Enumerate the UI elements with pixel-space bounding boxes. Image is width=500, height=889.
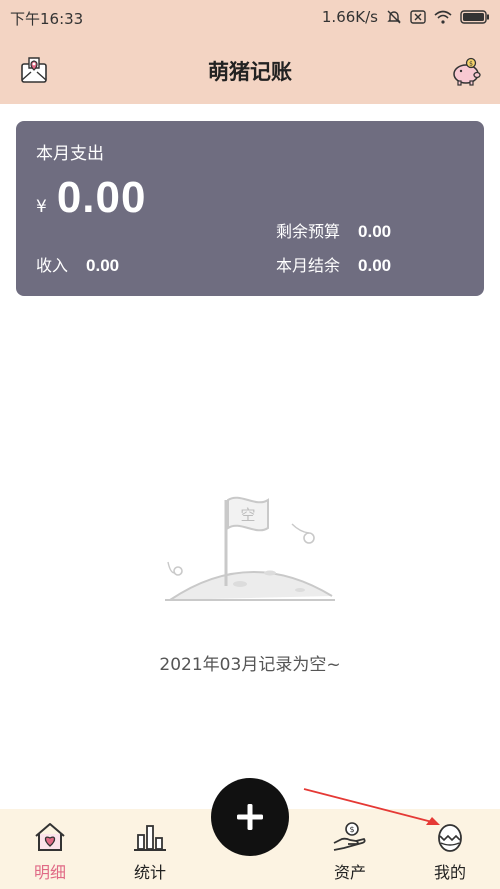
network-speed: 1.66K/s (321, 8, 378, 26)
budget-label: 剩余预算 (276, 222, 341, 241)
tab-detail[interactable]: 明细 (20, 821, 80, 883)
currency-symbol: ¥ (36, 197, 47, 217)
expense-amount-row: ¥ 0.00 (36, 173, 146, 223)
annotation-arrow (303, 788, 440, 825)
status-icons: 1.66K/s (322, 8, 490, 26)
tab-statistics-label: 统计 (133, 863, 166, 882)
empty-state-illustration: 空 (165, 496, 335, 601)
bar-chart-icon (134, 825, 166, 851)
balance-label: 本月结余 (276, 256, 341, 275)
add-record-button[interactable] (211, 778, 289, 856)
status-time: 下午16:33 (10, 10, 84, 28)
battery-icon (460, 10, 489, 24)
tab-assets-label: 资产 (333, 863, 366, 882)
budget-value: 0.00 (358, 222, 392, 241)
monthly-summary-card[interactable]: 本月支出 ¥ 0.00 收入 0.00 剩余预算 0.00 本月结余 0.00 (16, 121, 484, 296)
expense-title: 本月支出 (36, 144, 104, 164)
svg-text:$: $ (469, 61, 473, 68)
income-value: 0.00 (86, 256, 120, 275)
wifi-icon (434, 10, 452, 24)
piggy-bank-icon[interactable]: $ (450, 56, 482, 86)
app-bar: 萌猪记账 $ (0, 36, 500, 104)
sim-off-icon (410, 10, 426, 24)
balance-value: 0.00 (358, 256, 392, 275)
flag-text: 空 (240, 506, 255, 524)
income-row: 收入 0.00 (36, 252, 119, 276)
status-bar: 下午16:33 1.66K/s (0, 0, 500, 36)
app-title: 萌猪记账 (208, 60, 292, 84)
plus-icon (237, 804, 263, 830)
tab-mine-label: 我的 (433, 863, 466, 882)
house-heart-icon (35, 823, 65, 851)
bell-off-icon (387, 10, 401, 24)
tab-statistics[interactable]: 统计 (120, 821, 180, 883)
balance-row: 本月结余 0.00 (276, 252, 391, 276)
income-label: 收入 (36, 256, 69, 275)
expense-amount: 0.00 (56, 173, 147, 222)
empty-state-message: 2021年03月记录为空~ (159, 655, 341, 675)
tab-detail-label: 明细 (33, 863, 66, 882)
budget-row: 剩余预算 0.00 (276, 218, 391, 242)
